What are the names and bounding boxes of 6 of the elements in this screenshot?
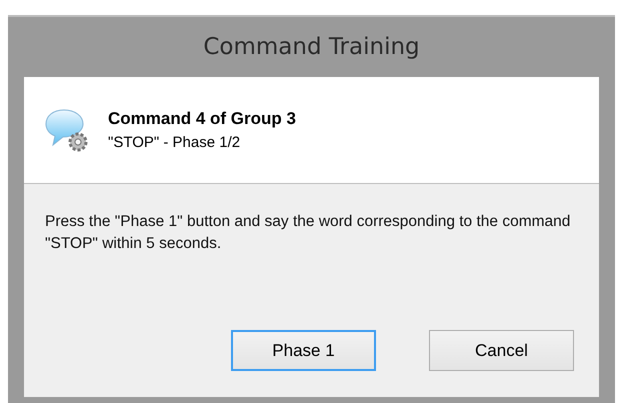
- command-subtitle: "STOP" - Phase 1/2: [108, 132, 242, 152]
- instruction-text: Press the "Phase 1" button and say the word corresponding to the command "STOP" within 5 seconds.: [45, 212, 572, 254]
- dialog-button[interactable]: Phase 1: [231, 330, 376, 371]
- dialog-button[interactable]: Cancel: [429, 330, 574, 371]
- command-title: Command 4 of Group 3: [108, 108, 296, 130]
- window-title: Command Training: [203, 32, 420, 62]
